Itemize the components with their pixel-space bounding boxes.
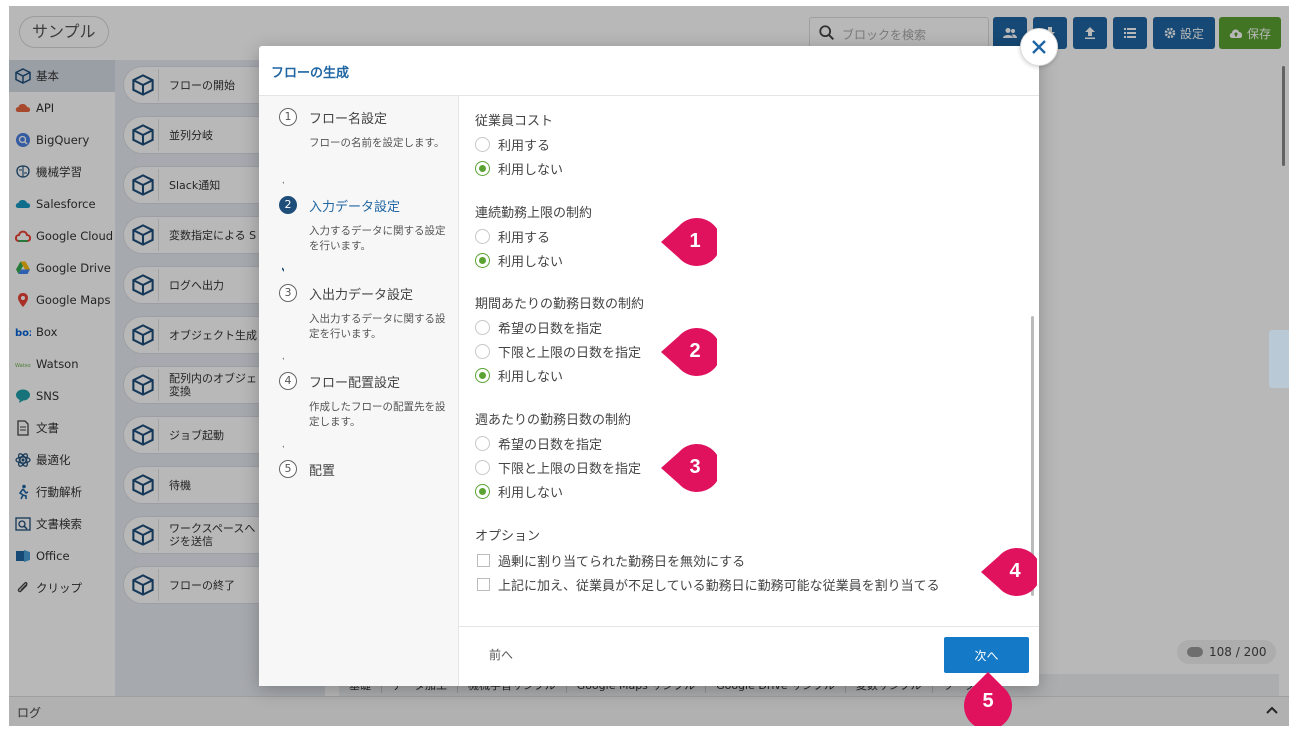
next-button[interactable]: 次へ xyxy=(944,637,1029,673)
step-description: 入力するデータに関する設定を行います。 xyxy=(309,225,446,252)
radio-label: 利用しない xyxy=(498,486,564,501)
wizard-step-1: 1 フロー名設定フローの名前を設定します。 xyxy=(279,108,457,198)
annotation-marker-1: 1 xyxy=(661,218,717,266)
wizard-step-5: 5 配置 xyxy=(279,460,457,550)
app-window: サンプル ブロックを検索 設定 保存 基本 API BigQuery 機械学習 Sale… xyxy=(9,6,1289,726)
step-title: 配置 xyxy=(309,464,336,479)
radio-button[interactable] xyxy=(475,137,490,152)
marker-number: 4 xyxy=(1009,560,1021,582)
close-icon xyxy=(1032,40,1046,54)
radio-button[interactable] xyxy=(475,460,490,475)
marker-number: 5 xyxy=(982,690,994,712)
flow-generation-dialog: フローの生成 1 フロー名設定フローの名前を設定します。 2 入力データ設定入力するデ… xyxy=(259,28,1058,686)
radio-label: 利用する xyxy=(498,231,551,246)
step-title: フロー名設定 xyxy=(309,112,388,127)
step-number: 5 xyxy=(279,460,297,478)
step-arrow-icon xyxy=(282,267,284,272)
radio-button[interactable] xyxy=(475,253,490,268)
marker-number: 3 xyxy=(689,456,701,478)
step-description: 作成したフローの配置先を設定します。 xyxy=(309,401,446,428)
step-description: フローの名前を設定します。 xyxy=(309,137,445,149)
option-group-title: 期間あたりの勤務日数の制約 xyxy=(475,297,645,312)
checkbox-label: 過剰に割り当てられた勤務日を無効にする xyxy=(498,555,746,570)
radio-label: 希望の日数を指定 xyxy=(498,322,603,337)
radio-button[interactable] xyxy=(475,484,490,499)
annotation-marker-2: 2 xyxy=(661,328,717,376)
wizard-step-2: 2 入力データ設定入力するデータに関する設定を行います。 xyxy=(279,196,457,286)
radio-option[interactable]: 希望の日数を指定 xyxy=(475,434,602,453)
radio-label: 希望の日数を指定 xyxy=(498,438,603,453)
checkbox-option[interactable]: 上記に加え、従業員が不足している勤務日に勤務可能な従業員を割り当てる xyxy=(477,575,940,594)
annotation-marker-5: 5 xyxy=(964,672,1012,726)
radio-label: 利用しない xyxy=(498,163,564,178)
dialog-content: 従業員コスト 利用する 利用しない 連続勤務上限の制約 利用する 利用しない 期間あたりの勤… xyxy=(459,96,1039,626)
radio-button[interactable] xyxy=(475,436,490,451)
option-group-title: 連続勤務上限の制約 xyxy=(475,206,593,221)
divider xyxy=(459,626,1039,627)
step-number: 2 xyxy=(279,196,297,214)
wizard-steps: 1 フロー名設定フローの名前を設定します。 2 入力データ設定入力するデータに関する設… xyxy=(259,96,459,686)
radio-option[interactable]: 下限と上限の日数を指定 xyxy=(475,458,641,477)
radio-label: 下限と上限の日数を指定 xyxy=(498,462,642,477)
dialog-title: フローの生成 xyxy=(271,66,350,81)
step-number: 1 xyxy=(279,108,297,126)
annotation-marker-3: 3 xyxy=(661,444,717,492)
marker-number: 2 xyxy=(689,340,701,362)
step-connector xyxy=(282,181,284,185)
step-description: 入出力するデータに関する設定を行います。 xyxy=(309,313,446,340)
checkbox-option[interactable]: 過剰に割り当てられた勤務日を無効にする xyxy=(477,551,745,570)
checkbox-label: 上記に加え、従業員が不足している勤務日に勤務可能な従業員を割り当てる xyxy=(498,579,940,594)
checkbox[interactable] xyxy=(477,554,490,567)
radio-button[interactable] xyxy=(475,229,490,244)
step-title: フロー配置設定 xyxy=(309,376,401,391)
close-button[interactable] xyxy=(1020,28,1058,66)
annotation-marker-4: 4 xyxy=(981,548,1037,596)
wizard-step-3: 3 入出力データ設定入出力するデータに関する設定を行います。 xyxy=(279,284,457,374)
radio-option[interactable]: 利用する xyxy=(475,135,550,154)
step-connector xyxy=(282,357,284,361)
step-number: 3 xyxy=(279,284,297,302)
checkbox[interactable] xyxy=(477,578,490,591)
prev-button[interactable]: 前へ xyxy=(489,644,533,664)
radio-option[interactable]: 利用しない xyxy=(475,251,563,270)
radio-label: 下限と上限の日数を指定 xyxy=(498,346,642,361)
radio-button[interactable] xyxy=(475,368,490,383)
radio-option[interactable]: 下限と上限の日数を指定 xyxy=(475,342,641,361)
radio-label: 利用しない xyxy=(498,255,564,270)
wizard-step-4: 4 フロー配置設定作成したフローの配置先を設定します。 xyxy=(279,372,457,462)
step-number: 4 xyxy=(279,372,297,390)
step-connector xyxy=(282,445,284,449)
radio-option[interactable]: 利用しない xyxy=(475,366,563,385)
step-title: 入力データ設定 xyxy=(309,200,401,215)
radio-label: 利用する xyxy=(498,139,551,154)
option-group-title: 従業員コスト xyxy=(475,114,554,129)
radio-button[interactable] xyxy=(475,161,490,176)
radio-label: 利用しない xyxy=(498,370,564,385)
marker-number: 1 xyxy=(689,230,701,252)
step-title: 入出力データ設定 xyxy=(309,288,414,303)
radio-option[interactable]: 利用しない xyxy=(475,159,563,178)
option-group-title: 週あたりの勤務日数の制約 xyxy=(475,413,632,428)
radio-button[interactable] xyxy=(475,320,490,335)
right-panel-handle[interactable] xyxy=(1269,330,1289,388)
options-title: オプション xyxy=(475,529,541,544)
radio-button[interactable] xyxy=(475,344,490,359)
radio-option[interactable]: 希望の日数を指定 xyxy=(475,318,602,337)
radio-option[interactable]: 利用しない xyxy=(475,482,563,501)
radio-option[interactable]: 利用する xyxy=(475,227,550,246)
